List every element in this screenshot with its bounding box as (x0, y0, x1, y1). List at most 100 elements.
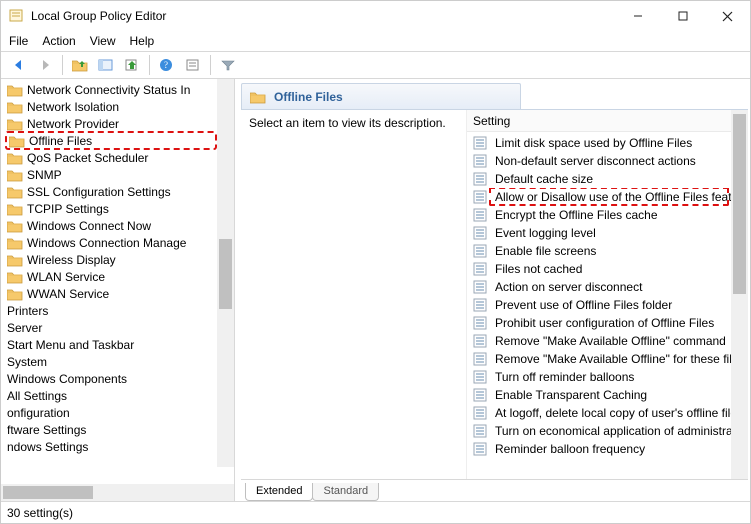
setting-label: Non-default server disconnect actions (495, 154, 696, 168)
folder-icon (7, 219, 23, 233)
tab-extended[interactable]: Extended (245, 483, 313, 501)
export-list-button[interactable] (120, 54, 144, 76)
filter-button[interactable] (216, 54, 240, 76)
policy-icon (473, 424, 489, 438)
setting-item[interactable]: Allow or Disallow use of the Offline Fil… (467, 188, 731, 206)
folder-icon (7, 100, 23, 114)
policy-icon (473, 280, 489, 294)
setting-item[interactable]: Non-default server disconnect actions (467, 152, 731, 170)
close-button[interactable] (705, 1, 750, 31)
setting-item[interactable]: Default cache size (467, 170, 731, 188)
setting-item[interactable]: Prevent use of Offline Files folder (467, 296, 731, 314)
help-button[interactable]: ? (155, 54, 179, 76)
policy-icon (473, 172, 489, 186)
tree-item-folder[interactable]: Offline Files (5, 131, 217, 150)
setting-label: Prohibit user configuration of Offline F… (495, 316, 714, 330)
tree-item[interactable]: All Settings (5, 387, 217, 404)
tree-item-folder[interactable]: Network Isolation (5, 98, 217, 115)
maximize-button[interactable] (660, 1, 705, 31)
setting-item[interactable]: Remove "Make Available Offline" command (467, 332, 731, 350)
setting-item[interactable]: Action on server disconnect (467, 278, 731, 296)
up-button[interactable] (68, 54, 92, 76)
tree-vertical-scrollbar[interactable] (217, 79, 234, 467)
properties-button[interactable] (181, 54, 205, 76)
description-prompt: Select an item to view its description. (249, 116, 446, 130)
setting-item[interactable]: At logoff, delete local copy of user's o… (467, 404, 731, 422)
menu-help[interactable]: Help (130, 34, 155, 48)
setting-label: Reminder balloon frequency (495, 442, 645, 456)
menu-action[interactable]: Action (42, 34, 75, 48)
setting-label: Enable file screens (495, 244, 596, 258)
policy-icon (473, 334, 489, 348)
policy-icon (473, 370, 489, 384)
tree-item-folder[interactable]: Network Connectivity Status In (5, 81, 217, 98)
tree-item-folder[interactable]: SSL Configuration Settings (5, 183, 217, 200)
policy-icon (473, 388, 489, 402)
tree-item[interactable]: Server (5, 319, 217, 336)
tree-item-label: Offline Files (29, 134, 92, 148)
tree-horizontal-scrollbar[interactable] (1, 484, 234, 501)
folder-icon (7, 236, 23, 250)
tree-item-folder[interactable]: TCPIP Settings (5, 200, 217, 217)
back-button[interactable] (7, 54, 31, 76)
setting-item[interactable]: Reminder balloon frequency (467, 440, 731, 458)
setting-item[interactable]: Enable file screens (467, 242, 731, 260)
toolbar-separator (62, 55, 63, 75)
content-pane: Offline Files Select an item to view its… (235, 79, 750, 501)
forward-button[interactable] (33, 54, 57, 76)
folder-icon (7, 151, 23, 165)
folder-icon (7, 253, 23, 267)
settings-column-header[interactable]: Setting (467, 110, 731, 132)
category-header: Offline Files (241, 83, 521, 109)
app-icon (9, 8, 25, 24)
tab-standard[interactable]: Standard (312, 483, 379, 501)
setting-item[interactable]: Encrypt the Offline Files cache (467, 206, 731, 224)
tree-item-folder[interactable]: Windows Connection Manage (5, 234, 217, 251)
tree-item-folder[interactable]: Wireless Display (5, 251, 217, 268)
setting-item[interactable]: Files not cached (467, 260, 731, 278)
tree-item-label: TCPIP Settings (27, 202, 109, 216)
tree-item-folder[interactable]: WWAN Service (5, 285, 217, 302)
policy-icon (473, 262, 489, 276)
toolbar-separator (210, 55, 211, 75)
setting-item[interactable]: Prohibit user configuration of Offline F… (467, 314, 731, 332)
tree-item-folder[interactable]: Network Provider (5, 115, 217, 132)
tree-item[interactable]: Start Menu and Taskbar (5, 336, 217, 353)
policy-icon (473, 442, 489, 456)
tree-item-folder[interactable]: SNMP (5, 166, 217, 183)
setting-label: Action on server disconnect (495, 280, 642, 294)
settings-vertical-scrollbar[interactable] (731, 110, 748, 479)
show-hide-tree-button[interactable] (94, 54, 118, 76)
tree-item[interactable]: ndows Settings (5, 438, 217, 455)
policy-icon (473, 136, 489, 150)
folder-icon (7, 117, 23, 131)
status-text: 30 setting(s) (7, 506, 73, 520)
setting-item[interactable]: Turn on economical application of admini… (467, 422, 731, 440)
tree-item[interactable]: Windows Components (5, 370, 217, 387)
setting-label: Allow or Disallow use of the Offline Fil… (495, 190, 731, 204)
tree-item[interactable]: ftware Settings (5, 421, 217, 438)
tree-item-label: Windows Connection Manage (27, 236, 186, 250)
setting-item[interactable]: Enable Transparent Caching (467, 386, 731, 404)
tree-item-folder[interactable]: QoS Packet Scheduler (5, 149, 217, 166)
tree-item-label: Windows Connect Now (27, 219, 151, 233)
tree-item[interactable]: System (5, 353, 217, 370)
tree-item[interactable]: onfiguration (5, 404, 217, 421)
toolbar: ? (1, 51, 750, 79)
tree-item-label: ftware Settings (7, 423, 86, 437)
minimize-button[interactable] (615, 1, 660, 31)
folder-icon (250, 90, 266, 104)
setting-label: Remove "Make Available Offline" for thes… (495, 352, 731, 366)
menu-view[interactable]: View (90, 34, 116, 48)
tree-item[interactable]: Printers (5, 302, 217, 319)
tree-item-folder[interactable]: WLAN Service (5, 268, 217, 285)
setting-item[interactable]: Event logging level (467, 224, 731, 242)
setting-item[interactable]: Remove "Make Available Offline" for thes… (467, 350, 731, 368)
toolbar-separator (149, 55, 150, 75)
tree-item-folder[interactable]: Windows Connect Now (5, 217, 217, 234)
setting-item[interactable]: Turn off reminder balloons (467, 368, 731, 386)
setting-item[interactable]: Limit disk space used by Offline Files (467, 134, 731, 152)
policy-icon (473, 208, 489, 222)
setting-label: Enable Transparent Caching (495, 388, 647, 402)
menu-file[interactable]: File (9, 34, 28, 48)
